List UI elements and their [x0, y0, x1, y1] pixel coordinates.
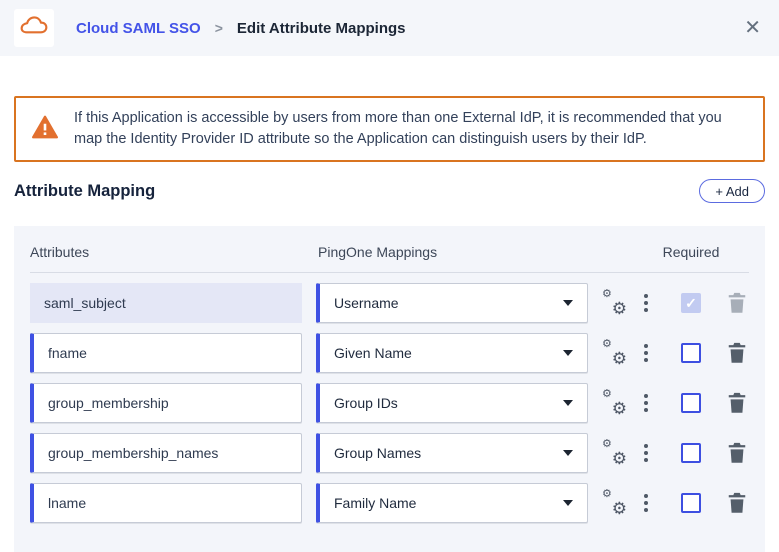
- required-checkbox[interactable]: [681, 393, 701, 413]
- table-row: Group Names ⚙⚙: [30, 433, 749, 473]
- mapping-dropdown[interactable]: Group IDs: [316, 383, 588, 423]
- gear-settings-icon[interactable]: ⚙⚙: [602, 341, 626, 365]
- trash-icon[interactable]: [726, 491, 748, 515]
- trash-icon: [726, 291, 748, 315]
- table-row: Group IDs ⚙⚙: [30, 383, 749, 423]
- table-row: saml_subject Username ⚙⚙ ✓: [30, 283, 749, 323]
- trash-icon[interactable]: [726, 391, 748, 415]
- close-icon[interactable]: ✕: [744, 18, 761, 38]
- mapping-dropdown-value: Group Names: [334, 445, 421, 461]
- row-actions: ⚙⚙: [588, 341, 749, 365]
- trash-icon[interactable]: [726, 341, 748, 365]
- trash-icon[interactable]: [726, 441, 748, 465]
- section-heading-bar: Attribute Mapping + Add: [14, 176, 765, 206]
- breadcrumb-app-name[interactable]: Cloud SAML SSO: [76, 20, 201, 37]
- row-actions: ⚙⚙: [588, 491, 749, 515]
- mapping-dropdown-value: Given Name: [334, 345, 412, 361]
- kebab-menu-icon[interactable]: [640, 444, 652, 462]
- chevron-down-icon: [563, 450, 573, 456]
- mapping-dropdown[interactable]: Group Names: [316, 433, 588, 473]
- required-checkbox[interactable]: [681, 493, 701, 513]
- mapping-dropdown-value: Username: [334, 295, 399, 311]
- attribute-mapping-table: Attributes PingOne Mappings Required sam…: [14, 226, 765, 552]
- kebab-menu-icon[interactable]: [640, 494, 652, 512]
- row-actions: ⚙⚙: [588, 391, 749, 415]
- mapping-dropdown[interactable]: Family Name: [316, 483, 588, 523]
- cloud-icon: [19, 15, 49, 41]
- section-title: Attribute Mapping: [14, 182, 155, 201]
- kebab-menu-icon[interactable]: [640, 344, 652, 362]
- warning-banner: If this Application is accessible by use…: [14, 96, 765, 162]
- table-row: Given Name ⚙⚙: [30, 333, 749, 373]
- kebab-menu-icon[interactable]: [640, 294, 652, 312]
- attribute-input[interactable]: [30, 383, 302, 423]
- mapping-dropdown[interactable]: Given Name: [316, 333, 588, 373]
- gear-settings-icon[interactable]: ⚙⚙: [602, 291, 626, 315]
- row-actions: ⚙⚙: [588, 441, 749, 465]
- chevron-down-icon: [563, 400, 573, 406]
- mapping-dropdown-value: Family Name: [334, 495, 416, 511]
- gear-settings-icon[interactable]: ⚙⚙: [602, 391, 626, 415]
- app-logo-box: [14, 9, 54, 47]
- warning-text: If this Application is accessible by use…: [74, 108, 744, 150]
- required-checkbox: ✓: [681, 293, 701, 313]
- page-title: Edit Attribute Mappings: [237, 20, 406, 37]
- mapping-dropdown-value: Group IDs: [334, 395, 398, 411]
- mapping-dropdown[interactable]: Username: [316, 283, 588, 323]
- table-header-row: Attributes PingOne Mappings Required: [30, 242, 749, 273]
- column-header-pingone-mappings: PingOne Mappings: [316, 244, 588, 260]
- attribute-input[interactable]: [30, 333, 302, 373]
- warning-triangle-icon: [32, 115, 58, 144]
- chevron-down-icon: [563, 500, 573, 506]
- chevron-down-icon: [563, 300, 573, 306]
- required-checkbox[interactable]: [681, 343, 701, 363]
- gear-settings-icon[interactable]: ⚙⚙: [602, 491, 626, 515]
- gear-settings-icon[interactable]: ⚙⚙: [602, 441, 626, 465]
- column-header-attributes: Attributes: [30, 244, 302, 260]
- attribute-field-readonly: saml_subject: [30, 283, 302, 323]
- modal-header: Cloud SAML SSO > Edit Attribute Mappings…: [0, 0, 779, 56]
- attribute-input[interactable]: [30, 433, 302, 473]
- kebab-menu-icon[interactable]: [640, 394, 652, 412]
- chevron-down-icon: [563, 350, 573, 356]
- row-actions: ⚙⚙ ✓: [588, 291, 749, 315]
- breadcrumb-separator-icon: >: [215, 20, 223, 36]
- attribute-input[interactable]: [30, 483, 302, 523]
- table-row: Family Name ⚙⚙: [30, 483, 749, 523]
- add-button[interactable]: + Add: [699, 179, 765, 203]
- required-checkbox[interactable]: [681, 443, 701, 463]
- column-header-required: Required: [588, 244, 749, 260]
